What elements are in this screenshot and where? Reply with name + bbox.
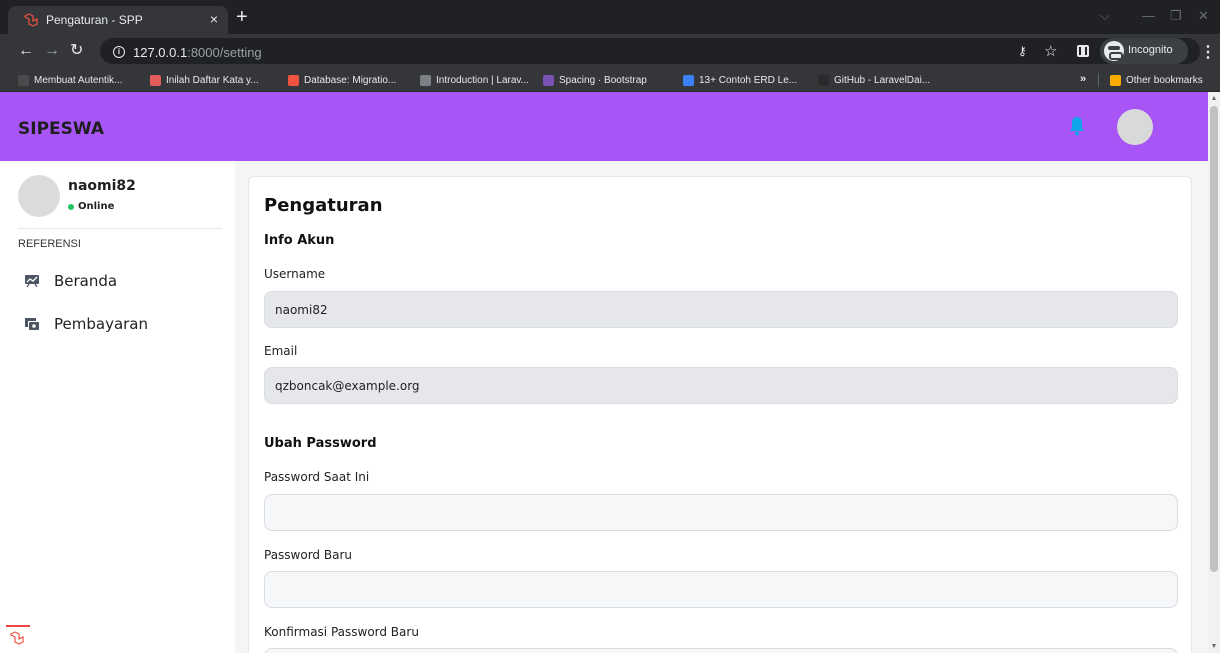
bookmark-favicon-icon [683, 74, 694, 86]
bookmark-label: Membuat Autentik... [34, 74, 123, 86]
bookmarks-bar: Membuat Autentik... Inilah Daftar Kata y… [0, 68, 1220, 92]
username-label: Username [264, 267, 326, 281]
bookmark-item[interactable]: GitHub - LaravelDai... [818, 73, 930, 87]
password-key-icon[interactable]: ⚷ [1018, 44, 1027, 58]
account-section-title: Info Akun [264, 233, 335, 248]
presentation-chart-icon [25, 275, 39, 287]
bookmark-label: 13+ Contoh ERD Le... [699, 74, 798, 86]
browser-tab[interactable]: Pengaturan - SPP × [8, 6, 228, 34]
bookmark-item[interactable]: Introduction | Larav... [420, 73, 529, 87]
site-info-icon[interactable]: i [113, 46, 125, 58]
bookmark-item[interactable]: 13+ Contoh ERD Le... [683, 73, 797, 87]
other-bookmarks-label: Other bookmarks [1126, 74, 1203, 86]
sidebar-avatar [18, 175, 60, 217]
bookmark-favicon-icon [18, 74, 29, 86]
bookmark-favicon-icon [420, 74, 431, 86]
back-icon[interactable]: ← [18, 42, 34, 60]
confirm-password-field[interactable] [264, 648, 1178, 653]
tab-search-icon[interactable]: ⌵ [1100, 9, 1110, 23]
close-window-icon[interactable]: ✕ [1198, 9, 1209, 23]
bookmarks-overflow-icon[interactable]: » [1080, 73, 1086, 85]
sidebar-divider [18, 228, 222, 229]
minimize-icon[interactable]: — [1142, 9, 1155, 23]
sidebar-item-label: Pembayaran [54, 315, 148, 333]
tab-close-icon[interactable]: × [210, 11, 218, 27]
address-bar[interactable] [100, 38, 1200, 64]
bookmark-label: Database: Migratio... [304, 74, 397, 86]
confirm-password-label: Konfirmasi Password Baru [264, 625, 419, 639]
bookmark-label: Introduction | Larav... [436, 74, 530, 86]
username-field[interactable] [264, 291, 1178, 328]
settings-card: Pengaturan Info Akun Username Email Ubah… [248, 176, 1192, 653]
debugbar-tab[interactable] [6, 625, 30, 653]
laravel-favicon-icon [24, 13, 38, 27]
incognito-icon [1104, 41, 1124, 61]
bookmark-favicon-icon [818, 74, 829, 86]
folder-icon [1110, 74, 1121, 86]
url-path: :8000/setting [187, 45, 262, 60]
bookmark-item[interactable]: Membuat Autentik... [18, 73, 122, 87]
bookmark-item[interactable]: Database: Migratio... [288, 73, 396, 87]
sidebar-item-label: Beranda [54, 272, 118, 290]
sidebar-item-beranda[interactable]: Beranda [18, 267, 218, 295]
other-bookmarks[interactable]: Other bookmarks [1110, 73, 1203, 87]
url-host: 127.0.0.1 [133, 45, 188, 60]
bookmark-favicon-icon [288, 74, 299, 86]
browser-tabstrip: Pengaturan - SPP × + ⌵ — ❐ ✕ [0, 0, 1220, 34]
current-password-label: Password Saat Ini [264, 470, 370, 484]
reload-icon[interactable]: ↻ [70, 42, 83, 60]
user-avatar[interactable] [1117, 109, 1153, 145]
online-dot-icon [68, 203, 74, 210]
new-password-label: Password Baru [264, 548, 352, 562]
status-text: Online [78, 201, 115, 212]
web-page: SIPESWA naomi82 Online REFERENSI Beranda [0, 92, 1208, 653]
bookmark-favicon-icon [543, 74, 554, 86]
bookmark-label: Spacing · Bootstrap [559, 74, 647, 86]
scroll-thumb[interactable] [1210, 106, 1218, 572]
new-password-field[interactable] [264, 571, 1178, 608]
bookmark-star-icon[interactable]: ☆ [1044, 42, 1057, 60]
app-header: SIPESWA [0, 92, 1208, 161]
scroll-up-icon[interactable]: ▲ [1208, 95, 1220, 102]
notification-bell-icon[interactable] [1069, 116, 1085, 136]
bookmarks-divider [1098, 73, 1099, 87]
laravel-logo-icon [10, 631, 24, 645]
browser-toolbar: ← → ↻ i 127.0.0.1:8000/setting ⚷ ☆ Incog… [0, 34, 1220, 68]
bookmark-item[interactable]: Inilah Daftar Kata y... [150, 73, 259, 87]
incognito-label: Incognito [1128, 44, 1173, 56]
sidebar-username: naomi82 [68, 178, 136, 194]
bookmark-item[interactable]: Spacing · Bootstrap [543, 73, 647, 87]
bookmark-favicon-icon [150, 74, 161, 86]
current-password-field[interactable] [264, 494, 1178, 531]
restore-icon[interactable]: ❐ [1170, 9, 1182, 23]
forward-icon[interactable]: → [44, 42, 60, 60]
sidebar-item-pembayaran[interactable]: Pembayaran [18, 310, 218, 338]
browser-menu-icon[interactable]: ⋮ [1200, 42, 1216, 62]
brand-logo[interactable]: SIPESWA [18, 119, 104, 139]
cash-icon [25, 318, 39, 330]
page-scrollbar[interactable]: ▲ ▼ [1208, 92, 1220, 653]
tab-title: Pengaturan - SPP [46, 13, 143, 27]
status-badge: Online [68, 201, 114, 212]
bookmark-label: Inilah Daftar Kata y... [166, 74, 259, 86]
page-title: Pengaturan [264, 195, 383, 216]
address-url[interactable]: 127.0.0.1:8000/setting [133, 45, 262, 60]
password-section-title: Ubah Password [264, 436, 377, 451]
scroll-down-icon[interactable]: ▼ [1208, 643, 1220, 650]
side-panel-icon[interactable] [1077, 45, 1089, 57]
email-label: Email [264, 344, 298, 358]
sidebar: naomi82 Online REFERENSI Beranda Pembaya… [0, 161, 235, 653]
bookmark-label: GitHub - LaravelDai... [834, 74, 931, 86]
new-tab-button[interactable]: + [236, 7, 248, 27]
incognito-profile-button[interactable]: Incognito [1100, 38, 1188, 64]
sidebar-heading: REFERENSI [18, 238, 81, 250]
email-field[interactable] [264, 367, 1178, 404]
